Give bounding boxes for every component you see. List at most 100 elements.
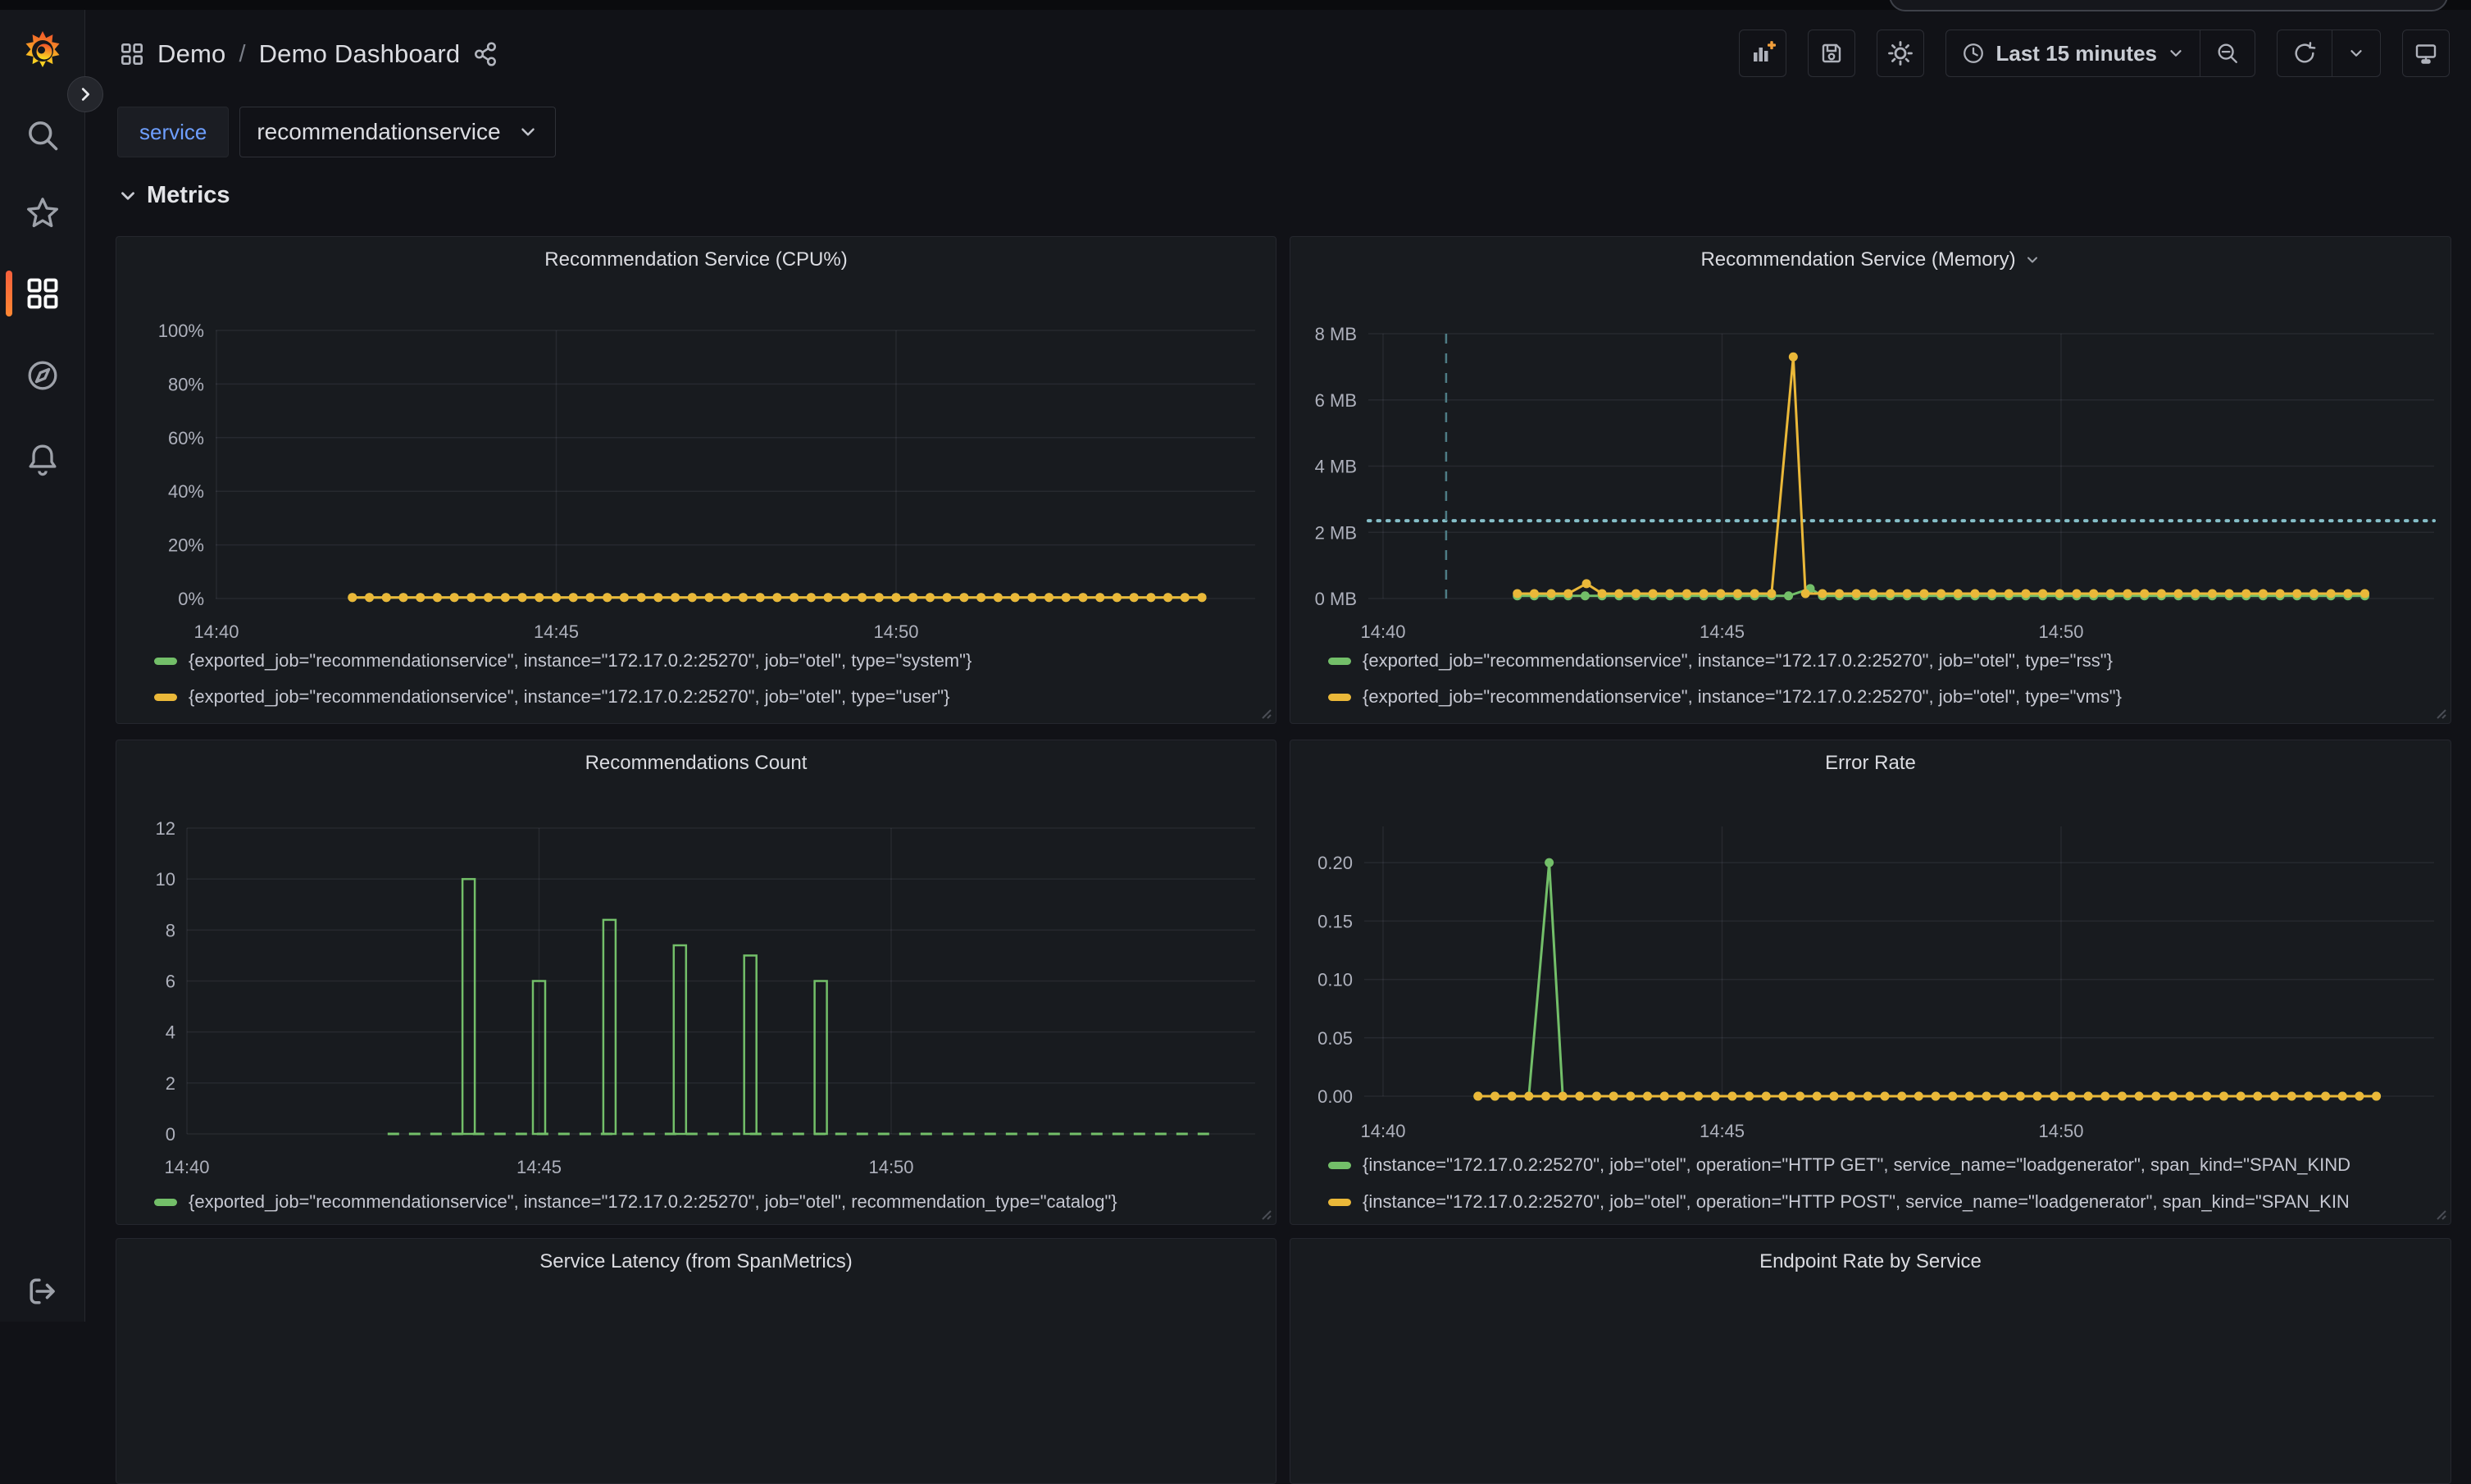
variable-label: service — [117, 107, 229, 157]
svg-text:14:50: 14:50 — [2038, 1121, 2083, 1141]
legend-label: {exported_job="recommendationservice", i… — [1363, 650, 2113, 671]
breadcrumb-section[interactable]: Demo — [157, 39, 226, 69]
svg-text:0.10: 0.10 — [1317, 970, 1353, 990]
chevron-down-icon — [117, 185, 139, 207]
svg-text:14:40: 14:40 — [1360, 1121, 1405, 1141]
browser-overlay-pill — [1889, 0, 2448, 11]
add-panel-button[interactable] — [1739, 30, 1786, 77]
svg-text:6 MB: 6 MB — [1315, 390, 1357, 411]
legend-label: {exported_job="recommendationservice", i… — [189, 650, 972, 671]
time-controls: Last 15 minutes — [1945, 30, 2255, 77]
sidebar — [0, 0, 85, 1322]
panel-title[interactable]: Service Latency (from SpanMetrics) — [116, 1250, 1276, 1273]
svg-text:0.20: 0.20 — [1317, 853, 1353, 873]
svg-text:0 MB: 0 MB — [1315, 589, 1357, 609]
legend-swatch — [1328, 658, 1351, 665]
svg-text:14:45: 14:45 — [516, 1157, 562, 1177]
search-icon[interactable] — [25, 117, 61, 153]
explore-compass-icon[interactable] — [25, 357, 61, 394]
svg-text:4 MB: 4 MB — [1315, 457, 1357, 477]
section-title: Metrics — [147, 182, 230, 209]
dashboard-toolbar: Last 15 minutes — [1739, 30, 2450, 77]
legend-swatch — [154, 1199, 177, 1206]
time-range-picker[interactable]: Last 15 minutes — [1946, 30, 2200, 76]
legend-item[interactable]: {instance="172.17.0.2:25270", job="otel"… — [1328, 1151, 2444, 1179]
recommendations-count-chart[interactable]: 02468101214:4014:4514:50 — [116, 740, 1276, 1225]
breadcrumb-separator: / — [238, 41, 248, 68]
legend-item[interactable]: {exported_job="recommendationservice", i… — [154, 683, 1269, 711]
chevron-down-icon — [517, 121, 539, 143]
svg-text:8 MB: 8 MB — [1315, 324, 1357, 344]
refresh-icon — [2292, 41, 2317, 66]
legend-swatch — [1328, 1199, 1351, 1206]
panel-recommendations-count: Recommendations Count 02468101214:4014:4… — [116, 740, 1276, 1225]
variable-label-text: service — [139, 120, 207, 145]
svg-text:14:40: 14:40 — [164, 1157, 209, 1177]
legend-item[interactable]: {exported_job="recommendationservice", i… — [154, 1188, 1269, 1216]
time-range-label: Last 15 minutes — [1995, 41, 2157, 66]
monitor-icon — [2413, 40, 2439, 66]
svg-text:0.00: 0.00 — [1317, 1086, 1353, 1107]
panel-error-rate: Error Rate 0.000.050.100.150.2014:4014:4… — [1290, 740, 2451, 1225]
panel-memory: Recommendation Service (Memory) 0 MB2 MB… — [1290, 236, 2451, 724]
legend-label: {exported_job="recommendationservice", i… — [189, 686, 949, 708]
legend-swatch — [154, 694, 177, 701]
svg-text:14:50: 14:50 — [2038, 621, 2083, 642]
breadcrumb-page[interactable]: Demo Dashboard — [259, 39, 461, 69]
dashboards-icon[interactable] — [25, 275, 61, 312]
legend-label: {exported_job="recommendationservice", i… — [1363, 686, 2122, 708]
legend-item[interactable]: {exported_job="recommendationservice", i… — [1328, 683, 2444, 711]
metrics-row-header[interactable]: Metrics — [117, 182, 230, 209]
star-icon[interactable] — [25, 195, 61, 231]
alerting-bell-icon[interactable] — [25, 441, 61, 477]
panel-cpu: Recommendation Service (CPU%) 0%20%40%60… — [116, 236, 1276, 724]
legend-swatch — [154, 658, 177, 665]
refresh-controls — [2277, 30, 2381, 77]
svg-text:4: 4 — [166, 1022, 175, 1043]
svg-text:0%: 0% — [178, 589, 204, 609]
legend-label: {exported_job="recommendationservice", i… — [189, 1191, 1117, 1213]
svg-text:80%: 80% — [168, 374, 204, 394]
service-variable-select[interactable]: recommendationservice — [239, 107, 556, 157]
save-dashboard-button[interactable] — [1808, 30, 1855, 77]
dashboard-settings-button[interactable] — [1877, 30, 1924, 77]
svg-text:100%: 100% — [158, 321, 204, 341]
legend-item[interactable]: {exported_job="recommendationservice", i… — [1328, 647, 2444, 675]
legend-swatch — [1328, 1162, 1351, 1169]
dashboard-variables: service recommendationservice — [117, 107, 556, 157]
sign-in-icon[interactable] — [25, 1273, 61, 1309]
svg-text:8: 8 — [166, 920, 175, 940]
refresh-interval-dropdown[interactable] — [2332, 30, 2380, 76]
legend-label: {instance="172.17.0.2:25270", job="otel"… — [1363, 1191, 2350, 1213]
svg-text:60%: 60% — [168, 428, 204, 448]
zoom-out-time-button[interactable] — [2200, 30, 2255, 76]
sidebar-expand-button[interactable] — [67, 76, 103, 112]
svg-text:2 MB: 2 MB — [1315, 522, 1357, 543]
panel-service-latency: Service Latency (from SpanMetrics) — [116, 1238, 1276, 1484]
svg-text:12: 12 — [156, 818, 175, 839]
svg-text:0.15: 0.15 — [1317, 911, 1353, 931]
share-icon[interactable] — [471, 40, 499, 68]
legend-swatch — [1328, 694, 1351, 701]
svg-text:14:45: 14:45 — [1700, 1121, 1745, 1141]
svg-text:0.05: 0.05 — [1317, 1028, 1353, 1049]
chevron-down-icon — [2347, 44, 2365, 62]
panel-title[interactable]: Endpoint Rate by Service — [1290, 1250, 2451, 1273]
grafana-logo[interactable] — [20, 30, 66, 75]
svg-text:2: 2 — [166, 1073, 175, 1094]
panel-endpoint-rate: Endpoint Rate by Service — [1290, 1238, 2451, 1484]
svg-text:14:45: 14:45 — [1700, 621, 1745, 642]
svg-text:10: 10 — [156, 869, 175, 890]
kiosk-mode-button[interactable] — [2402, 30, 2450, 77]
service-variable-value: recommendationservice — [257, 119, 500, 145]
svg-text:6: 6 — [166, 972, 175, 992]
svg-text:40%: 40% — [168, 481, 204, 502]
refresh-button[interactable] — [2278, 30, 2332, 76]
legend-item[interactable]: {exported_job="recommendationservice", i… — [154, 647, 1269, 675]
svg-text:14:45: 14:45 — [534, 621, 579, 642]
svg-text:0: 0 — [166, 1124, 175, 1145]
clock-icon — [1961, 41, 1986, 66]
legend-item[interactable]: {instance="172.17.0.2:25270", job="otel"… — [1328, 1188, 2444, 1216]
svg-text:20%: 20% — [168, 535, 204, 556]
dashboard-grid-icon — [118, 40, 146, 68]
